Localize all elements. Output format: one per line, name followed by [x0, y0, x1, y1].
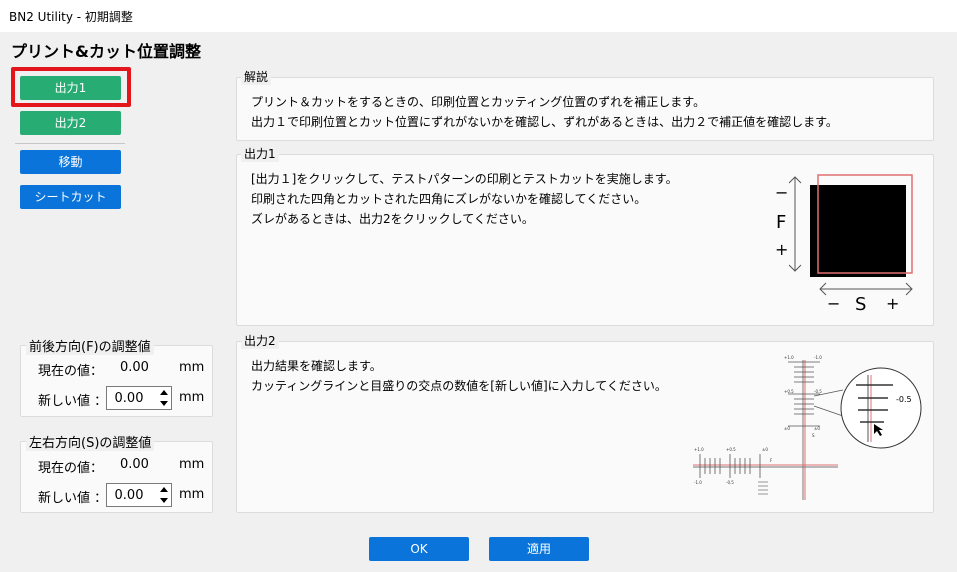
- output2-button[interactable]: 出力2: [20, 111, 121, 135]
- adjust-f-new-input[interactable]: [107, 387, 151, 409]
- output2-title: 出力2: [241, 332, 279, 349]
- adjust-s-current-unit: mm: [179, 457, 205, 472]
- explanation-line-2: 出力１で印刷位置とカット位置にずれがないかを確認し、ずれがあるときは、出力２で補…: [251, 115, 838, 129]
- tick-v-6: ±0: [814, 426, 820, 431]
- output2-line-2: カッティングラインと目盛りの交点の数値を[新しい値]に入力してください。: [251, 379, 667, 393]
- adjust-f-new-stepper[interactable]: [106, 386, 172, 410]
- output1-line-1: [出力１]をクリックして、テストパターンの印刷とテストカットを実施します。: [251, 172, 678, 186]
- explanation-line-1: プリント＆カットをするときの、印刷位置とカッティング位置のずれを補正します。: [251, 95, 706, 109]
- s-label-small: S: [812, 433, 815, 438]
- scale-diagram: +1.0 -1.0 +0.5 -0.5 ±0 ±0 S +1.0 +0.5 ±0…: [693, 355, 922, 500]
- adjust-s-current-label: 現在の値：: [38, 461, 104, 476]
- adjust-f-new-label: 新しい値 ：: [38, 394, 108, 409]
- adjust-s-new-stepper[interactable]: [106, 483, 172, 507]
- sheet-cut-button[interactable]: シートカット: [20, 185, 121, 209]
- adjust-f-title: 前後方向(F)の調整値: [26, 336, 154, 355]
- chevron-up-icon[interactable]: [157, 484, 171, 495]
- adjust-s-current-value: 0.00: [120, 457, 149, 472]
- chevron-down-icon[interactable]: [157, 495, 171, 506]
- print-cut-diagram: [788, 174, 913, 296]
- apply-button[interactable]: 適用: [489, 537, 589, 561]
- tick-v-5: ±0: [784, 426, 790, 431]
- f-minus-label: −: [775, 183, 789, 202]
- f-plus-label: +: [775, 240, 789, 259]
- divider: [15, 143, 125, 144]
- output1-title: 出力1: [241, 145, 279, 162]
- f-label-small: F: [770, 458, 773, 463]
- s-minus-label: −: [827, 294, 841, 313]
- output1-line-2: 印刷された四角とカットされた四角にズレがないかを確認してください。: [251, 192, 647, 206]
- chevron-down-icon[interactable]: [157, 398, 171, 409]
- tick-v-1: +1.0: [784, 355, 794, 360]
- tick-v-3: +0.5: [784, 389, 794, 394]
- output1-button[interactable]: 出力1: [20, 76, 121, 100]
- tick-h-4: -1.0: [694, 480, 702, 485]
- tick-h-3: ±0: [762, 447, 768, 452]
- chevron-up-icon[interactable]: [157, 387, 171, 398]
- adjust-s-new-input[interactable]: [107, 484, 151, 506]
- adjust-f-current-label: 現在の値：: [38, 364, 104, 379]
- tick-h-1: +1.0: [694, 447, 704, 452]
- adjust-f-current-value: 0.00: [120, 360, 149, 375]
- window-title: BN2 Utility - 初期調整: [9, 10, 133, 24]
- tick-h-2: +0.5: [726, 447, 736, 452]
- adjust-s-new-label: 新しい値 ：: [38, 491, 108, 506]
- tick-h-5: -0.5: [726, 480, 734, 485]
- adjust-f-new-unit: mm: [179, 390, 205, 405]
- page-title: プリント&カット位置調整: [11, 42, 201, 61]
- title-bar: [0, 0, 957, 32]
- tick-v-4: -0.5: [814, 389, 822, 394]
- f-axis-label: F: [776, 212, 787, 233]
- move-button[interactable]: 移動: [20, 150, 121, 174]
- zoom-value-label: -0.5: [896, 395, 912, 404]
- ok-button[interactable]: OK: [369, 537, 469, 561]
- adjust-s-title: 左右方向(S)の調整値: [26, 432, 155, 451]
- tick-v-2: -1.0: [814, 355, 822, 360]
- s-axis-label: S: [855, 294, 867, 315]
- output1-line-3: ズレがあるときは、出力2をクリックしてください。: [251, 212, 534, 226]
- adjust-f-current-unit: mm: [179, 360, 205, 375]
- adjust-s-new-unit: mm: [179, 487, 205, 502]
- output2-line-1: 出力結果を確認します。: [251, 359, 382, 373]
- explanation-title: 解説: [241, 68, 272, 85]
- s-plus-label: +: [886, 294, 900, 313]
